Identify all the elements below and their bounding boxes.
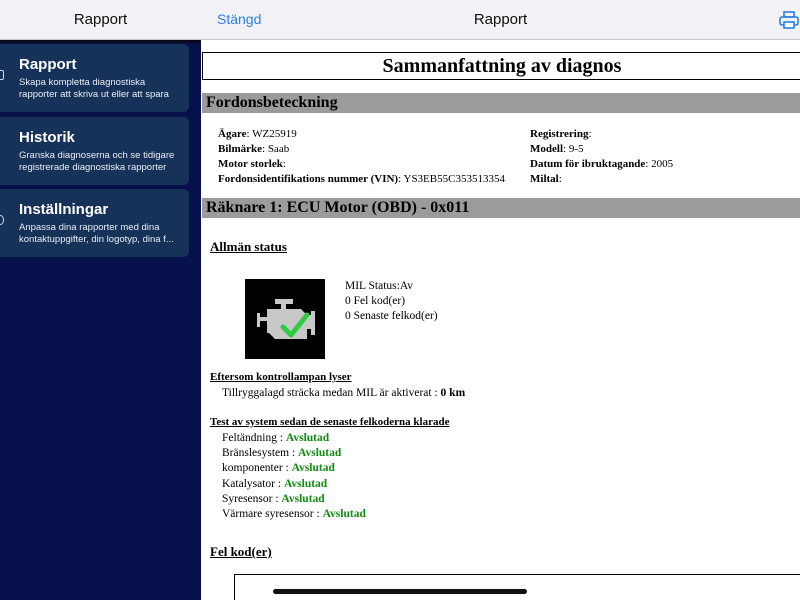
history-icon — [0, 142, 6, 154]
test-row: Värmare syresensor : Avslutad — [222, 508, 366, 520]
sidebar-divider — [0, 40, 201, 43]
sidebar-item-settings[interactable]: Inställningar Anpassa dina rapporter med… — [0, 189, 189, 257]
fault-code-count: 0 Fel kod(er) — [345, 295, 406, 307]
test-row: Feltändning : Avslutad — [222, 432, 330, 444]
mileage-row: Miltal: — [530, 173, 562, 185]
test-row: Syresensor : Avslutad — [222, 493, 325, 505]
test-row: komponenter : Avslutad — [222, 462, 335, 474]
lamp-heading: Eftersom kontrollampan lyser — [210, 371, 352, 383]
counter-section-header: Räknare 1: ECU Motor (OBD) - 0x011 — [202, 198, 800, 218]
owner-row: Ägare: WZ25919 — [218, 128, 297, 140]
printer-icon[interactable] — [779, 10, 799, 30]
model-row: Modell: 9-5 — [530, 143, 584, 155]
sidebar: Rapport Rapport Skapa kompletta diagnost… — [0, 0, 201, 600]
home-indicator[interactable] — [273, 589, 527, 594]
distance-row: Tillryggalagd sträcka medan MIL är aktiv… — [222, 387, 466, 399]
vehicle-info-left: Ägare: WZ25919 Bilmärke: Saab Motor stor… — [218, 127, 505, 187]
date-row: Datum för ibruktagande: 2005 — [530, 158, 674, 170]
report-title: Sammanfattning av diagnos — [202, 52, 800, 80]
nav-title: Rapport — [473, 11, 528, 28]
sidebar-item-desc: Granska diagnoserna och se tidigare regi… — [19, 150, 175, 173]
settings-icon — [0, 215, 4, 225]
engine-check-icon — [257, 299, 315, 339]
document-icon — [0, 70, 4, 80]
test-row: Bränslesystem : Avslutad — [222, 447, 342, 459]
sidebar-item-history[interactable]: Historik Granska diagnoserna och se tidi… — [0, 117, 189, 185]
vin-row: Fordonsidentifikations nummer (VIN): YS3… — [218, 173, 505, 185]
fault-codes-heading: Fel kod(er) — [210, 544, 272, 559]
tests-heading: Test av system sedan de senaste felkoder… — [210, 416, 450, 428]
sidebar-item-title: Historik — [19, 129, 75, 146]
sidebar-item-title: Inställningar — [19, 201, 109, 218]
engine-row: Motor storlek: — [218, 158, 286, 170]
engine-status-image — [245, 279, 325, 359]
sidebar-item-report[interactable]: Rapport Skapa kompletta diagnostiska rap… — [0, 44, 189, 112]
mil-status: MIL Status:Av — [345, 280, 414, 292]
recent-code-count: 0 Senaste felkod(er) — [345, 310, 438, 322]
test-row: Katalysator : Avslutad — [222, 478, 328, 490]
sidebar-item-desc: Skapa kompletta diagnostiska rapporter a… — [19, 77, 169, 100]
general-status-heading: Allmän status — [210, 239, 287, 254]
brand-row: Bilmärke: Saab — [218, 143, 290, 155]
vehicle-section-header: Fordonsbeteckning — [202, 93, 800, 113]
registration-row: Registrering: — [530, 128, 592, 140]
sidebar-item-title: Rapport — [19, 56, 77, 73]
vehicle-info-right: Registrering: Modell: 9-5 Datum för ibru… — [530, 127, 673, 187]
sidebar-title: Rapport — [0, 0, 201, 40]
sidebar-item-desc: Anpassa dina rapporter med dina kontaktu… — [19, 222, 174, 245]
report-pane: Stängd Rapport Sammanfattning av diagnos… — [201, 0, 800, 600]
fault-codes-table — [234, 574, 800, 600]
nav-bar: Stängd Rapport — [201, 0, 800, 40]
